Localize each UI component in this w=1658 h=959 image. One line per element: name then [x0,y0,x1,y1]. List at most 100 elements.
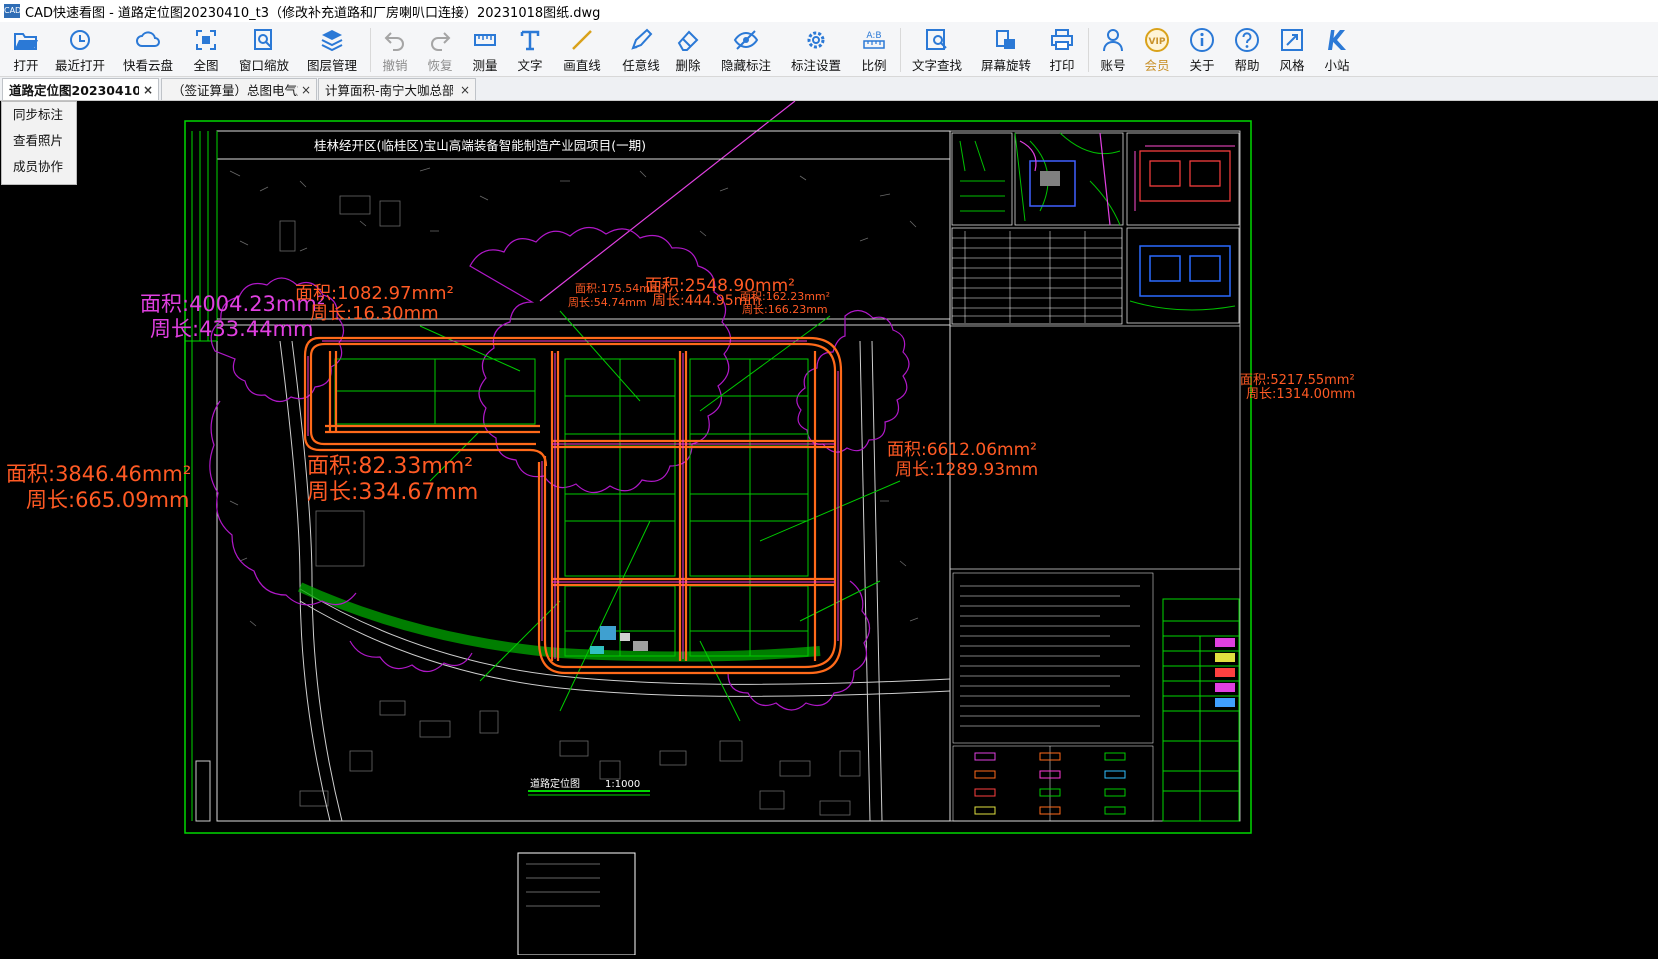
freehand-button[interactable]: 任意线 [618,24,664,74]
rotate-screen-icon [996,30,1015,49]
print-button[interactable]: 打印 [1044,24,1080,74]
rotate-screen-button[interactable]: 屏幕旋转 [976,24,1036,74]
area-label: 面积:1082.97mm² [295,283,454,304]
open-button[interactable]: 打开 [8,24,44,74]
main-toolbar: 打开 最近打开 快看云盘 全图 窗口缩放 图层管理 撤销 恢复 测量 文字 画直… [0,22,1658,77]
plan-title: 道路定位图 [530,777,580,790]
cad-drawing[interactable]: 桂林经开区(临桂区)宝山高端装备智能制造产业园项目(一期) 道路定位图 1:10… [0,100,1658,956]
folder-open-icon [14,33,38,50]
cloud-icon [136,31,160,47]
cloud-label: 快看云盘 [122,58,173,73]
area-label: 面积:6612.06mm² [887,440,1037,460]
scale-icon: A:B [863,31,885,49]
redo-button[interactable]: 恢复 [422,24,458,74]
close-icon[interactable]: × [140,83,156,97]
layer-manager-button[interactable]: 图层管理 [304,24,360,74]
redo-icon [431,32,451,51]
menu-item-member-collaboration[interactable]: 成员协作 [2,154,76,180]
area-label: 面积:5217.55mm² [1240,373,1355,388]
measure-button[interactable]: 测量 [467,24,503,74]
text-search-button[interactable]: 文字查找 [907,24,967,74]
tab-electrical-drawing[interactable]: （签证算量）总图电气施工图 × [161,78,317,100]
about-button[interactable]: 关于 [1184,24,1220,74]
printer-icon [1051,29,1073,50]
project-title: 桂林经开区(临桂区)宝山高端装备智能制造产业园项目(一期) [314,138,646,153]
about-label: 关于 [1189,58,1215,73]
layers-icon [321,30,343,52]
svg-text:VIP: VIP [1149,37,1166,47]
tab-label: 道路定位图20230410_t3（修改补充道路和厂房喇叭口连接） [9,83,139,98]
recent-label: 最近打开 [54,58,105,73]
draw-line-label: 画直线 [563,58,601,73]
text-icon [520,30,540,51]
area-label: 面积:82.33mm² [307,454,473,479]
recent-button[interactable]: 最近打开 [52,24,108,74]
cad-drawing-canvas[interactable]: 桂林经开区(临桂区)宝山高端装备智能制造产业园项目(一期) 道路定位图 1:10… [0,100,1658,956]
close-icon[interactable]: × [457,83,473,97]
full-view-button[interactable]: 全图 [188,24,224,74]
style-label: 风格 [1279,58,1305,73]
menu-item-view-photos[interactable]: 查看照片 [2,128,76,154]
title-bar: CAD CAD快速看图 - 道路定位图20230410_t3（修改补充道路和厂房… [0,0,1658,23]
annotation-settings-button[interactable]: 标注设置 [786,24,846,74]
scale-label: 比例 [861,58,887,73]
open-label: 打开 [13,58,39,73]
tab-label: 计算面积-南宁大咖总部基地 [325,83,453,98]
index-maps [959,132,1236,311]
plan-scale: 1:1000 [605,779,640,790]
undo-button[interactable]: 撤销 [377,24,413,74]
perimeter-label: 周长:1289.93mm [895,460,1038,480]
line-icon [572,30,592,50]
cloud-button[interactable]: 快看云盘 [120,24,176,74]
tab-road-location[interactable]: 道路定位图20230410_t3（修改补充道路和厂房喇叭口连接） × [2,78,159,100]
ruler-icon [474,34,496,46]
hide-annotation-label: 隐藏标注 [720,58,771,73]
area-summary-lines [526,863,600,907]
perimeter-label: 周长:1314.00mm [1246,387,1355,402]
title-block [1162,598,1240,822]
full-view-label: 全图 [193,58,219,73]
freehand-label: 任意线 [622,58,660,73]
schedule-table [952,231,1122,323]
tab-area-calculation[interactable]: 计算面积-南宁大咖总部基地 × [318,78,476,100]
style-button[interactable]: 风格 [1274,24,1310,74]
hide-annotation-button[interactable]: 隐藏标注 [716,24,776,74]
area-label: 面积:162.23mm² [740,290,830,303]
mini-site-button[interactable]: 小站 [1319,24,1355,74]
zoom-window-button[interactable]: 窗口缩放 [236,24,292,74]
user-icon [1103,29,1123,52]
area-label: 面积:3846.46mm² [6,462,191,486]
print-label: 打印 [1049,58,1075,73]
text-label: 文字 [517,58,543,73]
menu-item-sync-annotation[interactable]: 同步标注 [2,102,76,128]
annotation-settings-label: 标注设置 [790,58,841,73]
delete-button[interactable]: 删除 [670,24,706,74]
settings-gear-icon [807,31,825,49]
text-search-icon [926,29,947,50]
app-logo-icon: CAD [4,4,21,18]
draw-line-button[interactable]: 画直线 [559,24,605,74]
text-button[interactable]: 文字 [512,24,548,74]
eraser-icon [677,30,699,51]
tab-label: （签证算量）总图电气施工图 [172,83,298,98]
close-icon[interactable]: × [298,83,314,97]
help-button[interactable]: 帮助 [1229,24,1265,74]
window-title: CAD快速看图 - 道路定位图20230410_t3（修改补充道路和厂房喇叭口连… [25,5,601,21]
vip-button[interactable]: VIP 会员 [1139,24,1175,74]
account-button[interactable]: 账号 [1095,24,1131,74]
text-search-label: 文字查找 [911,58,962,73]
perimeter-label: 周长:334.67mm [307,480,478,505]
k-logo-icon [1328,30,1346,50]
rotate-screen-label: 屏幕旋转 [980,58,1031,73]
scale-button[interactable]: A:B 比例 [856,24,892,74]
vip-icon: VIP [1145,28,1169,52]
perimeter-label: 周长:16.30mm [310,303,439,324]
undo-icon [384,32,404,51]
svg-text:A:B: A:B [866,31,881,41]
toolbar-divider [900,28,901,72]
design-notes [952,572,1154,822]
zoom-window-label: 窗口缩放 [238,58,289,73]
help-label: 帮助 [1234,58,1260,73]
area-summary-box [517,852,636,956]
redo-label: 恢复 [427,58,453,73]
